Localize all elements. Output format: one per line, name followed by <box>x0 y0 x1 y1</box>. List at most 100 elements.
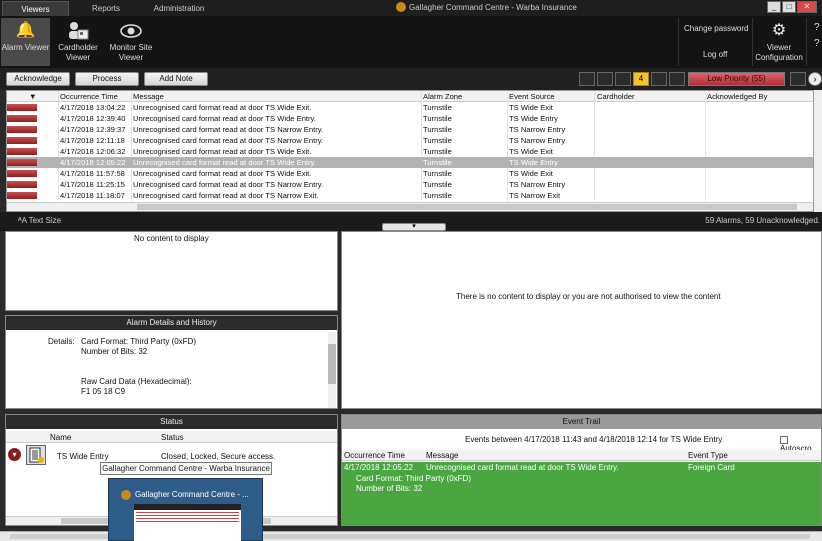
gears-icon: ⚙ <box>771 22 787 39</box>
alarm-row[interactable]: 4/17/2018 11:57:58 Unrecognised card form… <box>7 168 813 179</box>
help-menu-icon[interactable]: ? <box>814 38 820 49</box>
row-zone: Turnstile <box>423 147 452 156</box>
row-cardholder <box>597 113 705 124</box>
expand-icon[interactable]: ▾ <box>8 448 21 461</box>
event-trail-header: Event Trail <box>342 415 821 429</box>
taskbar-thumbnail[interactable]: Gallagher Command Centre - ... <box>108 478 263 541</box>
tab-administration[interactable]: Administration <box>140 1 218 16</box>
window-title: Gallagher Command Centre - Warba Insuran… <box>396 1 577 15</box>
thumbnail-preview-bar <box>134 504 241 510</box>
viewer-configuration-button[interactable]: ⚙ Viewer Configuration <box>754 18 804 66</box>
priority-option-box[interactable] <box>790 72 806 86</box>
page-box[interactable] <box>597 72 613 86</box>
alarm-details-header: Alarm Details and History <box>6 316 337 330</box>
page-box[interactable] <box>579 72 595 86</box>
row-ack <box>707 135 807 146</box>
row-cardholder <box>597 190 705 201</box>
door-icon <box>26 445 46 465</box>
add-note-button[interactable]: Add Note <box>144 72 208 86</box>
alarm-row[interactable]: 4/17/2018 12:06:32 Unrecognised card form… <box>7 146 813 157</box>
next-arrow-icon[interactable]: › <box>808 72 822 86</box>
details-scrollbar[interactable] <box>328 332 336 408</box>
col-occurrence-time[interactable]: Occurrence Time <box>60 91 130 102</box>
alarm-list: ▼ Occurrence Time Message Alarm Zone Eve… <box>6 90 814 212</box>
checkbox-icon[interactable] <box>780 435 788 444</box>
row-message: Unrecognised card format read at door TS… <box>133 136 324 145</box>
minimize-button[interactable]: _ <box>767 1 781 13</box>
taskbar-tooltip: Gallagher Command Centre - Warba Insuran… <box>100 462 272 475</box>
status-col-name: Name <box>50 433 72 442</box>
alarm-row[interactable]: 4/17/2018 12:39:40 Unrecognised card form… <box>7 113 813 124</box>
scroll-thumb[interactable] <box>137 204 797 210</box>
scroll-thumb[interactable] <box>328 344 336 384</box>
window-title-text: Gallagher Command Centre - Warba Insuran… <box>409 3 577 12</box>
process-button[interactable]: Process <box>75 72 139 86</box>
row-time: 4/17/2018 12:39:40 <box>60 114 126 123</box>
alarm-row[interactable]: 4/17/2018 11:18:07 Unrecognised card form… <box>7 190 813 201</box>
row-ack <box>707 190 807 201</box>
maximize-button[interactable]: □ <box>782 1 796 13</box>
row-cardholder <box>597 102 705 113</box>
gallagher-logo-icon <box>396 1 406 12</box>
details-line: Card Format: Third Party (0xFD) <box>81 337 196 346</box>
row-message: Unrecognised card format read at door TS… <box>133 169 312 178</box>
change-password-link[interactable]: Change password <box>684 24 748 33</box>
alarm-row[interactable]: 4/17/2018 12:39:37 Unrecognised card form… <box>7 124 813 135</box>
page-box[interactable] <box>651 72 667 86</box>
alarm-vertical-scrollbar[interactable] <box>814 90 822 212</box>
row-cardholder <box>597 135 705 146</box>
row-zone: Turnstile <box>423 103 452 112</box>
row-cardholder <box>597 124 705 135</box>
acknowledge-button[interactable]: Acknowledge <box>6 72 70 86</box>
evt-detail-format: Card Format: Third Party (0xFD) <box>356 474 471 483</box>
tab-reports[interactable]: Reports <box>78 1 134 16</box>
row-cardholder <box>597 157 705 168</box>
event-trail-panel: Event Trail Events between 4/17/2018 11:… <box>341 414 822 526</box>
gallagher-logo-icon <box>121 490 131 500</box>
status-col-status: Status <box>161 433 184 442</box>
alarm-row[interactable]: 4/17/2018 13:04:22 Unrecognised card form… <box>7 102 813 113</box>
priority-filter-button[interactable]: Low Priority (55) <box>688 72 785 86</box>
row-ack <box>707 179 807 190</box>
alarm-row[interactable]: 4/17/2018 11:25:15 Unrecognised card form… <box>7 179 813 190</box>
event-trail-row[interactable]: 4/17/2018 12:05:22 Unrecognised card for… <box>342 462 821 525</box>
col-alarm-zone[interactable]: Alarm Zone <box>423 91 503 102</box>
status-table-header: Name Status <box>6 431 337 443</box>
status-door-name: TS Wide Entry <box>57 452 109 461</box>
col-cardholder[interactable]: Cardholder <box>597 91 677 102</box>
alarm-row[interactable]: 4/17/2018 12:11:18 Unrecognised card form… <box>7 135 813 146</box>
alarm-horizontal-scrollbar[interactable] <box>7 202 813 211</box>
left-content-panel: No content to display <box>5 231 338 311</box>
sort-down-icon[interactable]: ▼ <box>29 91 39 102</box>
help-icon[interactable]: ? <box>814 22 820 33</box>
not-authorised-message: There is no content to display or you ar… <box>456 292 721 301</box>
cardholder-icon <box>67 21 89 41</box>
text-size-button[interactable]: ᴬA Text Size <box>18 216 61 225</box>
alarm-viewer-button[interactable]: 🔔 Alarm Viewer <box>1 18 50 66</box>
alarm-list-header: ▼ Occurrence Time Message Alarm Zone Eve… <box>7 91 813 102</box>
row-source: TS Wide Entry <box>509 158 558 167</box>
collapse-toggle[interactable]: ▾ <box>382 223 446 231</box>
priority-indicator <box>7 115 37 122</box>
page-box[interactable] <box>615 72 631 86</box>
cardholder-viewer-button[interactable]: Cardholder Viewer <box>53 18 103 66</box>
details-text: Card Format: Third Party (0xFD) Number of… <box>81 337 196 397</box>
row-ack <box>707 113 807 124</box>
row-message: Unrecognised card format read at door TS… <box>133 125 324 134</box>
page-current[interactable]: 4 <box>633 72 649 86</box>
row-ack <box>707 157 807 168</box>
col-message[interactable]: Message <box>133 91 333 102</box>
alarm-row[interactable]: 4/17/2018 12:05:22 Unrecognised card form… <box>7 157 813 168</box>
close-button[interactable]: ✕ <box>797 1 817 13</box>
page-box[interactable] <box>669 72 685 86</box>
monitor-site-viewer-button[interactable]: Monitor Site Viewer <box>106 18 156 66</box>
row-time: 4/17/2018 12:06:32 <box>60 147 126 156</box>
alarm-count: 59 Alarms, 59 Unacknowledged. <box>705 216 820 225</box>
tab-viewers[interactable]: Viewers <box>2 1 69 16</box>
col-event-source[interactable]: Event Source <box>509 91 589 102</box>
col-acknowledged-by[interactable]: Acknowledged By <box>707 91 807 102</box>
row-time: 4/17/2018 13:04:22 <box>60 103 126 112</box>
log-off-link[interactable]: Log off <box>703 50 727 59</box>
alarm-toolbar: Acknowledge Process Add Note 4 Low Prior… <box>0 68 822 90</box>
thumbnail-preview-rows <box>136 512 239 522</box>
